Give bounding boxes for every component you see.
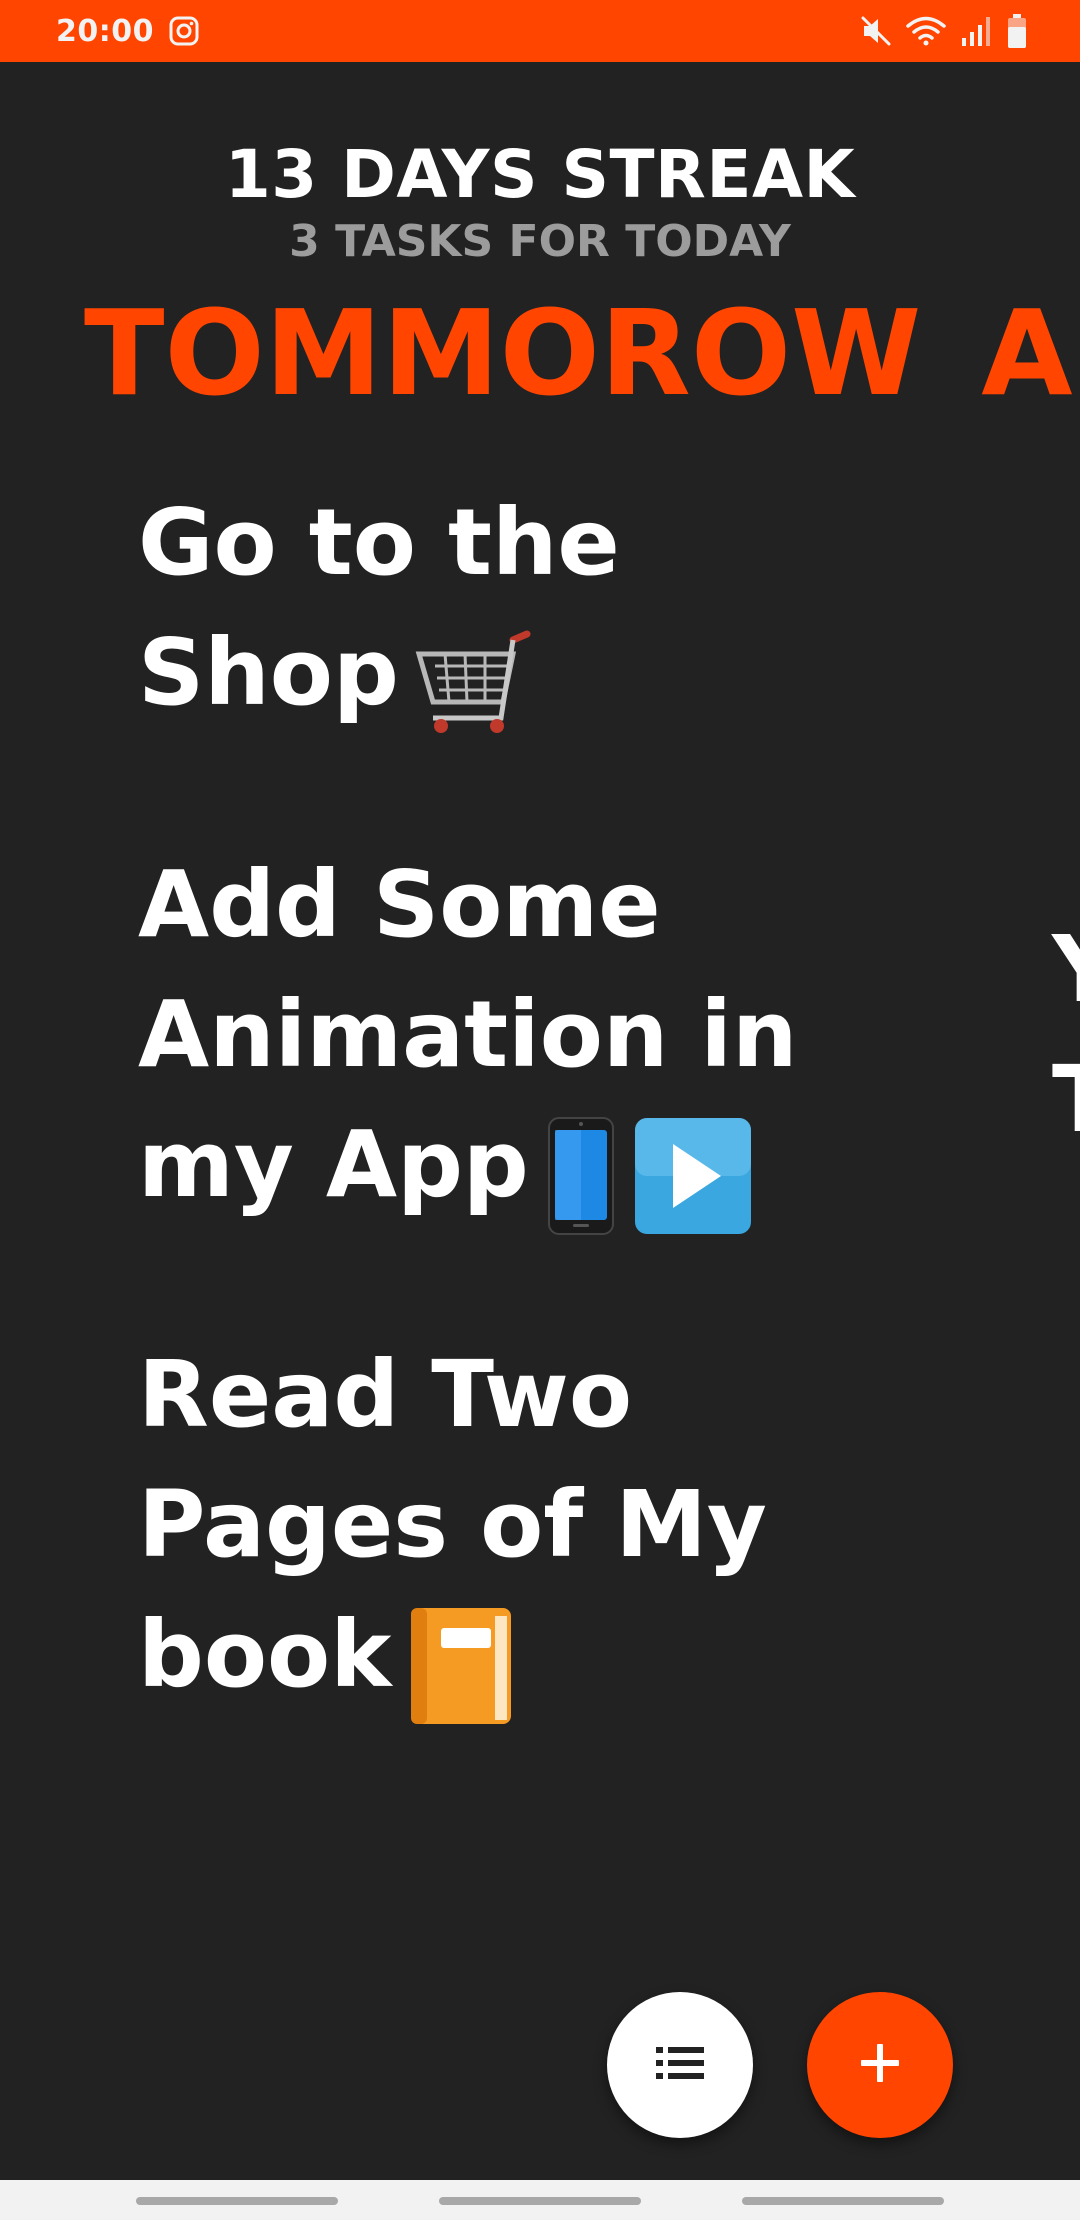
instagram-icon: [168, 15, 200, 47]
status-bar: 20:00: [0, 0, 1080, 62]
app-screen: 20:00 13 DAYS STREAK 3 TASKS FOR TODAY T…: [0, 0, 1080, 2220]
plus-icon: [859, 2042, 901, 2088]
signal-icon: [960, 14, 992, 48]
recent-apps-button[interactable]: [136, 2197, 338, 2205]
tab-next[interactable]: A: [981, 284, 1072, 422]
list-icon: [654, 2043, 706, 2087]
battery-icon: [1006, 13, 1028, 49]
task-text: Go to the Shop: [138, 489, 620, 726]
list-button[interactable]: [607, 1992, 753, 2138]
status-time: 20:00: [56, 14, 154, 49]
back-button[interactable]: [742, 2197, 944, 2205]
system-nav-bar: [0, 2180, 1080, 2220]
next-page-peek: Y T: [1052, 905, 1080, 1165]
home-button[interactable]: [439, 2197, 641, 2205]
book-icon: [407, 1595, 515, 1726]
tasks-count: 3 TASKS FOR TODAY: [289, 216, 791, 267]
streak-title: 13 DAYS STREAK: [224, 136, 856, 213]
task-item[interactable]: Add Some Animation in my App: [138, 840, 898, 1236]
add-task-button[interactable]: [807, 1992, 953, 2138]
tab-tomorrow[interactable]: TOMMOROW: [84, 284, 921, 422]
mute-icon: [860, 14, 892, 48]
peek-line: T: [1052, 1035, 1080, 1165]
day-tabs: TOMMOROW A: [84, 284, 1073, 422]
shopping-cart-icon: [415, 614, 539, 744]
peek-line: Y: [1052, 905, 1080, 1035]
status-icons: [860, 13, 1028, 49]
task-item[interactable]: Go to the Shop: [138, 478, 898, 744]
play-button-icon: [633, 1105, 753, 1236]
wifi-icon: [906, 14, 946, 48]
mobile-phone-icon: [545, 1105, 617, 1236]
task-item[interactable]: Read Two Pages of My book: [138, 1330, 898, 1726]
